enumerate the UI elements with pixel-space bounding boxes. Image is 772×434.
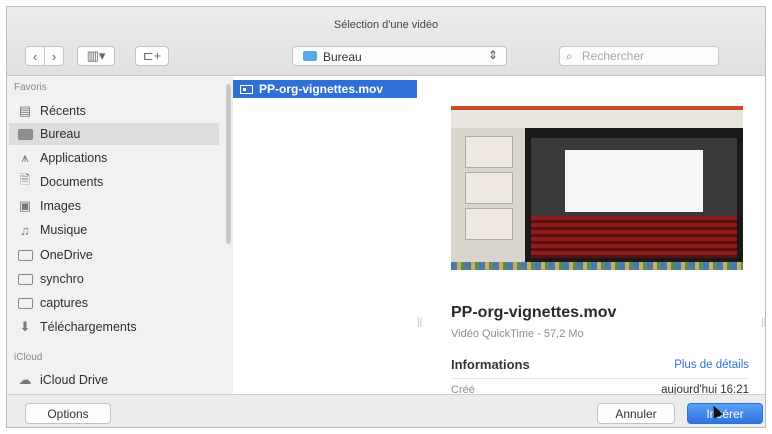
sidebar-item-synchro[interactable]: synchro xyxy=(9,268,219,290)
desktop-folder-icon xyxy=(303,51,317,61)
column-resize-handle[interactable]: || xyxy=(761,317,765,328)
thumbnail-theater xyxy=(531,138,737,258)
folder-icon xyxy=(17,296,33,310)
sidebar-item-telechargements[interactable]: ⬇ Téléchargements xyxy=(9,316,219,338)
sidebar-item-applications[interactable]: ⩚ Applications xyxy=(9,147,219,169)
sidebar-item-label: captures xyxy=(40,296,88,310)
cloud-icon: ☁ xyxy=(18,372,32,387)
sidebar-item-captures[interactable]: captures xyxy=(9,292,219,314)
thumbnail-ribbon xyxy=(451,106,743,128)
sidebar-scrollbar[interactable] xyxy=(225,76,233,394)
theater-screen xyxy=(565,150,703,212)
folder-icon xyxy=(17,272,33,286)
movie-file-icon xyxy=(240,84,253,94)
thumbnail-slide xyxy=(465,208,513,240)
dialog-footer: Options Annuler Insérer xyxy=(7,394,765,427)
desktop-folder-icon xyxy=(17,127,33,141)
sidebar-item-icloud-drive[interactable]: ☁ iCloud Drive xyxy=(9,369,219,391)
documents-icon: 🗎 xyxy=(19,172,31,187)
dialog-title: Sélection d'une vidéo xyxy=(333,19,439,31)
download-icon: ⬇ xyxy=(19,319,31,334)
search-input[interactable] xyxy=(582,48,712,64)
sidebar-item-bureau[interactable]: Bureau xyxy=(9,123,219,145)
sidebar-item-label: Récents xyxy=(40,104,86,118)
thumbnail-slide xyxy=(465,136,513,168)
file-row[interactable]: PP-org-vignettes.mov xyxy=(233,80,417,98)
preview-file-name: PP-org-vignettes.mov xyxy=(451,304,617,321)
sidebar-header-icloud: iCloud xyxy=(14,352,43,363)
sidebar-item-label: Documents xyxy=(40,175,104,189)
camera-icon: ▣ xyxy=(18,198,32,213)
applications-icon: ⩚ xyxy=(21,150,29,165)
info-heading: Informations xyxy=(451,357,530,372)
sidebar-header-favorites: Favoris xyxy=(14,82,47,93)
options-button[interactable]: Options xyxy=(25,403,111,424)
preview-pane: PP-org-vignettes.mov Vidéo QuickTime - 5… xyxy=(417,76,765,396)
cancel-button[interactable]: Annuler xyxy=(597,403,675,424)
location-popup[interactable]: Bureau ⇕ xyxy=(292,46,507,66)
file-dialog: Sélection d'une vidéo ‹ › ▥▾ ⊏+ Bureau ⇕… xyxy=(6,6,766,428)
up-down-arrows-icon: ⇕ xyxy=(487,48,498,62)
sidebar-item-recents[interactable]: ▤ Récents xyxy=(9,100,219,122)
sidebar-item-label: Images xyxy=(40,199,81,213)
thumbnail-slide xyxy=(465,172,513,204)
thumbnail-dock xyxy=(451,262,743,270)
scrollbar-thumb[interactable] xyxy=(226,84,231,244)
sidebar-item-label: synchro xyxy=(40,272,84,286)
sidebar-item-label: Bureau xyxy=(40,127,81,141)
file-name: PP-org-vignettes.mov xyxy=(259,82,384,96)
chevron-right-icon: › xyxy=(51,48,57,64)
insert-button[interactable]: Insérer xyxy=(687,403,763,424)
chevron-left-icon: ‹ xyxy=(32,48,38,64)
new-folder-icon: ⊏+ xyxy=(142,48,162,63)
view-mode-button[interactable]: ▥▾ xyxy=(77,46,115,66)
sidebar-item-label: iCloud Drive xyxy=(40,373,109,387)
sidebar-item-label: Musique xyxy=(40,223,88,237)
more-details-link[interactable]: Plus de détails xyxy=(674,359,749,371)
forward-button[interactable]: › xyxy=(44,46,64,66)
file-column: PP-org-vignettes.mov xyxy=(233,76,418,394)
music-icon: ♫ xyxy=(20,222,30,238)
preview-file-meta: Vidéo QuickTime - 57,2 Mo xyxy=(451,328,584,340)
folder-icon xyxy=(17,248,33,262)
sidebar-item-label: OneDrive xyxy=(40,248,93,262)
theater-seats xyxy=(531,216,737,258)
sidebar-item-musique[interactable]: ♫ Musique xyxy=(9,219,219,241)
info-divider xyxy=(451,378,749,379)
column-resize-handle[interactable]: || xyxy=(417,317,422,328)
dialog-toolbar: Sélection d'une vidéo ‹ › ▥▾ ⊏+ Bureau ⇕… xyxy=(7,7,765,76)
search-field[interactable]: ⌕ xyxy=(559,46,719,66)
sidebar-item-onedrive[interactable]: OneDrive xyxy=(9,244,219,266)
location-label: Bureau xyxy=(323,50,362,64)
sidebar-item-images[interactable]: ▣ Images xyxy=(9,195,219,217)
thumbnail-slide-panel xyxy=(451,128,525,262)
sidebar-item-documents[interactable]: 🗎 Documents xyxy=(9,171,219,193)
sidebar: Favoris ▤ Récents Bureau ⩚ Applications … xyxy=(7,76,225,394)
columns-view-icon: ▥▾ xyxy=(86,48,106,63)
clock-doc-icon: ▤ xyxy=(18,103,32,118)
sidebar-item-label: Téléchargements xyxy=(40,320,137,334)
new-folder-button[interactable]: ⊏+ xyxy=(135,46,169,66)
search-icon: ⌕ xyxy=(566,49,573,63)
back-button[interactable]: ‹ xyxy=(25,46,45,66)
video-thumbnail xyxy=(451,106,743,270)
sidebar-item-label: Applications xyxy=(40,151,108,165)
